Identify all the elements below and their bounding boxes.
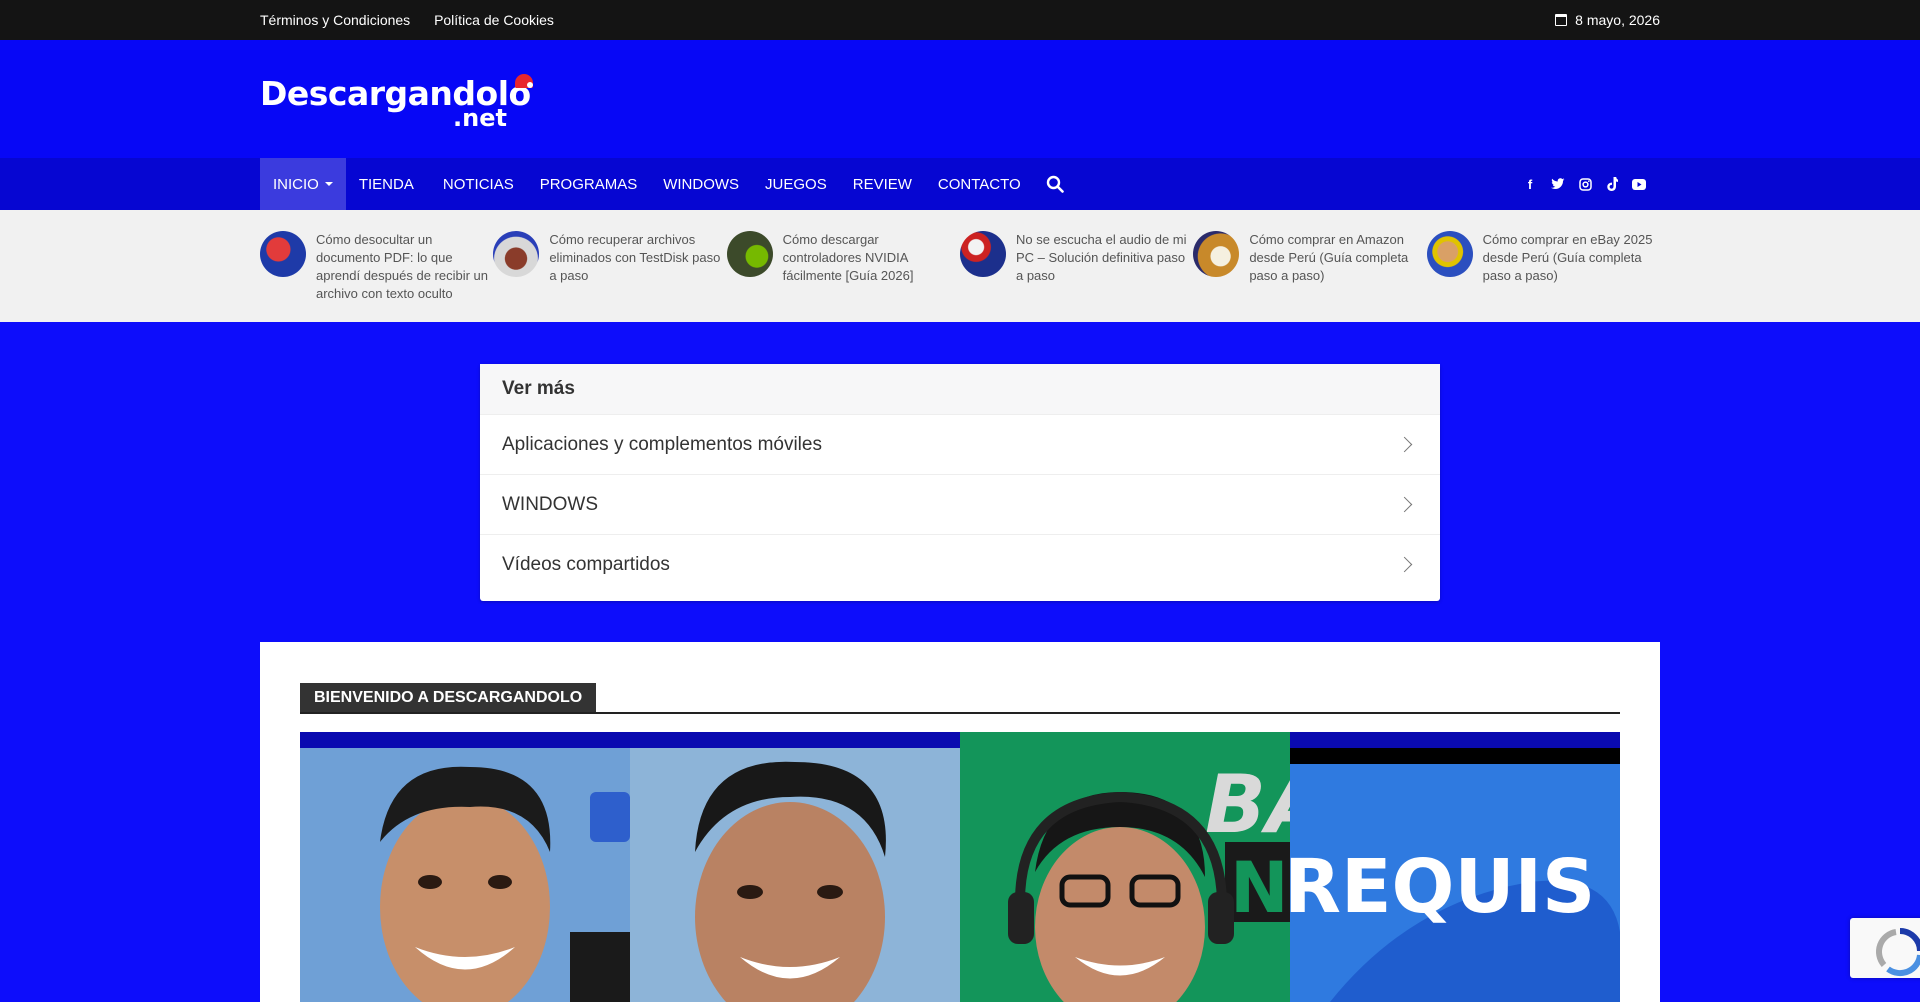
terms-link[interactable]: Términos y Condiciones bbox=[260, 12, 410, 28]
nav-item-programas[interactable]: PROGRAMAS bbox=[527, 158, 651, 210]
nav-item-label: REVIEW bbox=[852, 175, 912, 193]
nav-item-label: JUEGOS bbox=[765, 175, 827, 193]
nav-item-juegos[interactable]: JUEGOS bbox=[752, 158, 840, 210]
twitter-icon[interactable] bbox=[1551, 178, 1565, 190]
nav-item-label: NOTICIAS bbox=[442, 175, 514, 193]
calendar-icon bbox=[1555, 14, 1568, 26]
ticker-post[interactable]: No se escucha el audio de mi PC – Soluci… bbox=[959, 231, 1193, 303]
social-links: f bbox=[1523, 158, 1660, 210]
chevron-right-icon bbox=[1396, 496, 1413, 513]
ticker-post[interactable]: Cómo comprar en eBay 2025 desde Perú (Gu… bbox=[1426, 231, 1660, 303]
section-title-bar: BIENVENIDO A DESCARGANDOLO bbox=[300, 683, 1620, 714]
nav-item-label: INICIO bbox=[273, 175, 319, 193]
video-slide[interactable]: REQUIS bbox=[1290, 732, 1620, 1002]
ticker-post[interactable]: Cómo comprar en Amazon desde Perú (Guía … bbox=[1193, 231, 1426, 303]
santa-hat-icon bbox=[515, 74, 533, 88]
post-title[interactable]: Cómo desocultar un documento PDF: lo que… bbox=[316, 231, 493, 303]
post-thumbnail[interactable] bbox=[1426, 231, 1473, 277]
date-text: 8 mayo, 2026 bbox=[1575, 12, 1660, 28]
nav-item-inicio[interactable]: INICIO bbox=[260, 158, 346, 210]
cookies-link[interactable]: Política de Cookies bbox=[434, 12, 554, 28]
recaptcha-badge[interactable] bbox=[1850, 918, 1920, 978]
facebook-icon[interactable]: f bbox=[1523, 177, 1537, 192]
nav-item-tienda[interactable]: TIENDA bbox=[346, 158, 430, 210]
recaptcha-icon bbox=[1876, 928, 1920, 977]
logo-sub-text: .net bbox=[453, 104, 507, 132]
welcome-section: BIENVENIDO A DESCARGANDOLO B N REQUIS bbox=[260, 642, 1660, 1002]
site-logo[interactable]: Descargandolo .net bbox=[260, 74, 550, 134]
menu: INICIO TIENDA NOTICIAS PROGRAMAS WINDOWS… bbox=[260, 158, 1076, 210]
post-title[interactable]: Cómo comprar en Amazon desde Perú (Guía … bbox=[1249, 231, 1426, 303]
main-nav: INICIO TIENDA NOTICIAS PROGRAMAS WINDOWS… bbox=[0, 158, 1920, 210]
person-thumbnail-image bbox=[695, 761, 886, 1002]
ver-mas-card: Ver más Aplicaciones y complementos móvi… bbox=[480, 364, 1440, 601]
windows-thumbnail-image: REQUIS bbox=[1290, 844, 1620, 1002]
nav-item-label: WINDOWS bbox=[663, 175, 740, 193]
post-thumbnail[interactable] bbox=[493, 231, 540, 277]
post-thumbnail[interactable] bbox=[726, 231, 773, 277]
video-slide[interactable] bbox=[630, 732, 960, 1002]
ticker-post[interactable]: Cómo descargar controladores NVIDIA fáci… bbox=[726, 231, 960, 303]
youtube-icon[interactable] bbox=[1632, 178, 1646, 190]
card-row-apps[interactable]: Aplicaciones y complementos móviles bbox=[480, 414, 1440, 474]
card-title: Ver más bbox=[480, 364, 1440, 414]
post-title[interactable]: Cómo descargar controladores NVIDIA fáci… bbox=[783, 231, 960, 303]
post-title[interactable]: Cómo comprar en eBay 2025 desde Perú (Gu… bbox=[1483, 231, 1660, 303]
search-icon bbox=[1046, 175, 1064, 193]
card-row-label: Aplicaciones y complementos móviles bbox=[502, 433, 822, 455]
slide-overlay-text: BA bbox=[1205, 758, 1290, 851]
post-thumbnail[interactable] bbox=[260, 231, 306, 277]
chevron-right-icon bbox=[1396, 436, 1413, 453]
post-title[interactable]: Cómo recuperar archivos eliminados con T… bbox=[549, 231, 726, 303]
video-slide[interactable]: BA N bbox=[960, 732, 1290, 1002]
top-bar: Términos y Condiciones Política de Cooki… bbox=[0, 0, 1920, 40]
nav-item-label: CONTACTO bbox=[937, 175, 1021, 193]
tiktok-icon[interactable] bbox=[1606, 177, 1618, 191]
section-title: BIENVENIDO A DESCARGANDOLO bbox=[300, 683, 597, 712]
current-date: 8 mayo, 2026 bbox=[1555, 12, 1660, 28]
nav-item-label: PROGRAMAS bbox=[539, 175, 638, 193]
recent-posts-ticker: Cómo desocultar un documento PDF: lo que… bbox=[0, 210, 1920, 322]
site-header: Descargandolo .net bbox=[0, 40, 1920, 158]
search-button[interactable] bbox=[1034, 158, 1076, 210]
svg-text:N: N bbox=[1230, 847, 1289, 929]
card-row-label: WINDOWS bbox=[502, 493, 599, 515]
ticker-post[interactable]: Cómo desocultar un documento PDF: lo que… bbox=[260, 231, 493, 303]
nav-item-label: TIENDA bbox=[358, 175, 414, 193]
nav-item-windows[interactable]: WINDOWS bbox=[650, 158, 752, 210]
nav-item-contacto[interactable]: CONTACTO bbox=[925, 158, 1034, 210]
nav-item-noticias[interactable]: NOTICIAS bbox=[430, 158, 527, 210]
video-slider: BA N REQUIS bbox=[300, 732, 1620, 1002]
card-row-windows[interactable]: WINDOWS bbox=[480, 474, 1440, 534]
person-thumbnail-image: BA N bbox=[1008, 758, 1290, 1002]
nav-item-review[interactable]: REVIEW bbox=[840, 158, 925, 210]
video-slide[interactable] bbox=[300, 732, 630, 1002]
slide-overlay-text: REQUIS bbox=[1290, 844, 1595, 930]
caret-down-icon bbox=[324, 182, 333, 186]
post-title[interactable]: No se escucha el audio de mi PC – Soluci… bbox=[1016, 231, 1193, 303]
ticker-post[interactable]: Cómo recuperar archivos eliminados con T… bbox=[493, 231, 726, 303]
post-thumbnail[interactable] bbox=[1193, 231, 1240, 277]
post-thumbnail[interactable] bbox=[959, 231, 1006, 277]
card-row-label: Vídeos compartidos bbox=[502, 553, 670, 575]
card-row-videos[interactable]: Vídeos compartidos bbox=[480, 534, 1440, 594]
person-thumbnail-image bbox=[380, 766, 630, 1002]
instagram-icon[interactable] bbox=[1579, 177, 1592, 191]
top-links: Términos y Condiciones Política de Cooki… bbox=[260, 12, 574, 28]
chevron-right-icon bbox=[1396, 556, 1413, 573]
